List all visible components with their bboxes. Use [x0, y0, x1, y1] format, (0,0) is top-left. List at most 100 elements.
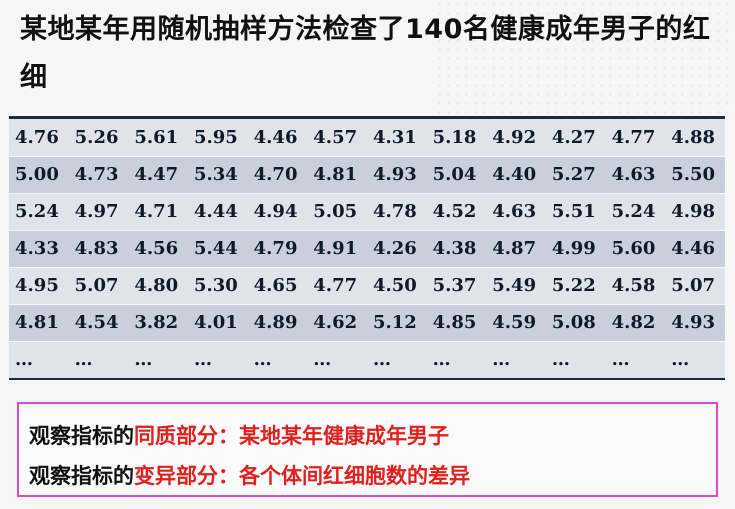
- table-cell: 4.50: [366, 266, 427, 304]
- table-cell: 5.24: [9, 192, 69, 230]
- table-cell: 4.63: [605, 155, 666, 193]
- table-cell: 5.61: [134, 126, 179, 148]
- table-cell: …: [366, 340, 427, 378]
- table-cell: 4.70: [247, 155, 308, 193]
- table-cell: 5.44: [187, 229, 248, 267]
- table-cell: 4.93: [665, 303, 725, 341]
- table-cell: 4.27: [551, 126, 596, 148]
- table-cell: 4.44: [187, 192, 248, 230]
- table-cell: 5.51: [545, 192, 606, 230]
- table-cell: 4.59: [486, 303, 546, 341]
- table-cell: 5.08: [545, 303, 606, 341]
- summary-line-variation: 观察指标的变异部分：各个体间红细胞数的差异: [29, 460, 470, 490]
- table-cell: 4.87: [486, 229, 546, 267]
- table-cell: 4.89: [247, 303, 308, 341]
- table-cell: 5.26: [74, 126, 119, 148]
- table-cell: 4.97: [68, 192, 129, 230]
- table-cell: 4.40: [486, 155, 546, 193]
- table-cell: …: [128, 340, 188, 378]
- table-cell: 4.56: [128, 229, 188, 267]
- table-cell: 4.99: [545, 229, 606, 267]
- table-cell: 4.77: [307, 266, 367, 304]
- table-cell: 4.31: [372, 126, 417, 148]
- table-cell: 4.91: [307, 229, 367, 267]
- table-cell: 4.58: [605, 266, 666, 304]
- table-cell: …: [605, 340, 666, 378]
- table-cell: 4.52: [426, 192, 487, 230]
- table-cell: 4.78: [366, 192, 427, 230]
- table-row: 5.24 4.97 4.71 4.44 4.94 5.05 4.78 4.52 4.63 5.51…: [9, 192, 725, 230]
- table-cell: 5.24: [605, 192, 666, 230]
- table-row: 4.95 5.07 4.80 5.30 4.65 4.77 4.50 5.37 5.49 5.22…: [9, 266, 725, 304]
- red-cell-count-table: 4.76 5.26 5.61 5.95 4.46 4.57 4.31 5.18 4.92 4.27…: [9, 119, 725, 378]
- table-cell: 5.05: [307, 192, 367, 230]
- table-row: 5.00 4.73 4.47 5.34 4.70 4.81 4.93 5.04 4.40 5.27…: [9, 155, 725, 193]
- table-cell: 4.47: [128, 155, 188, 193]
- summary-highlight: 变异部分：: [134, 464, 239, 488]
- summary-line-homogeneous: 观察指标的同质部分：某地某年健康成年男子: [29, 420, 449, 450]
- table-row: ………………………………: [9, 340, 725, 378]
- summary-highlight: 同质部分：: [134, 424, 239, 448]
- summary-label: 观察指标的: [29, 464, 134, 488]
- table-cell: 5.95: [193, 126, 238, 148]
- table-cell: 4.83: [68, 229, 129, 267]
- table-cell: 5.50: [665, 155, 725, 193]
- table-cell: 4.92: [492, 126, 537, 148]
- table-cell: …: [247, 340, 308, 378]
- table-row: 4.81 4.54 3.82 4.01 4.89 4.62 5.12 4.85 4.59 5.08…: [9, 303, 725, 341]
- table-cell: 4.76: [15, 126, 59, 148]
- summary-value: 某地某年健康成年男子: [239, 424, 449, 448]
- table-cell: 5.07: [68, 266, 129, 304]
- table-cell: …: [307, 340, 367, 378]
- table-cell: 5.22: [545, 266, 606, 304]
- table-cell: 4.26: [366, 229, 427, 267]
- summary-value: 各个体间红细胞数的差异: [239, 464, 470, 488]
- table-cell: 4.65: [247, 266, 308, 304]
- data-table-container: 4.76 5.26 5.61 5.95 4.46 4.57 4.31 5.18 4.92 4.27…: [9, 116, 725, 380]
- table-cell: 5.27: [545, 155, 606, 193]
- table-cell: 5.49: [486, 266, 546, 304]
- table-cell: 5.04: [426, 155, 487, 193]
- table-cell: 4.94: [247, 192, 308, 230]
- table-cell: …: [68, 340, 129, 378]
- table-cell: 5.30: [187, 266, 248, 304]
- table-row: 4.33 4.83 4.56 5.44 4.79 4.91 4.26 4.38 4.87 4.99…: [9, 229, 725, 267]
- table-cell: …: [665, 340, 725, 378]
- table-cell: 4.98: [665, 192, 725, 230]
- table-row: 4.76 5.26 5.61 5.95 4.46 4.57 4.31 5.18 4.92 4.27…: [9, 119, 725, 156]
- table-cell: 4.85: [426, 303, 487, 341]
- table-cell: 5.00: [9, 155, 69, 193]
- table-cell: 4.62: [307, 303, 367, 341]
- table-cell: 5.34: [187, 155, 248, 193]
- table-cell: 5.12: [366, 303, 427, 341]
- table-cell: 4.71: [128, 192, 188, 230]
- table-cell: 4.82: [605, 303, 666, 341]
- table-cell: 4.81: [307, 155, 367, 193]
- table-cell: 4.79: [247, 229, 308, 267]
- table-cell: 4.63: [486, 192, 546, 230]
- table-cell: …: [426, 340, 487, 378]
- table-cell: 4.77: [611, 126, 656, 148]
- table-cell: 5.18: [432, 126, 477, 148]
- table-cell: 3.82: [128, 303, 188, 341]
- table-cell: 4.81: [9, 303, 69, 341]
- table-cell: 4.54: [68, 303, 129, 341]
- table-cell: 4.73: [68, 155, 129, 193]
- table-cell: 4.93: [366, 155, 427, 193]
- table-cell: …: [187, 340, 248, 378]
- table-cell: 4.33: [9, 229, 69, 267]
- summary-box: 观察指标的同质部分：某地某年健康成年男子 观察指标的变异部分：各个体间红细胞数的…: [17, 402, 718, 497]
- table-cell: 5.37: [426, 266, 487, 304]
- table-cell: 4.80: [128, 266, 188, 304]
- table-cell: 4.01: [187, 303, 248, 341]
- title-line-1: 某地某年用随机抽样方法检查了140名健康成年男子的红细: [20, 14, 711, 93]
- table-cell: 4.95: [9, 266, 69, 304]
- table-cell: …: [9, 340, 69, 378]
- table-cell: 4.38: [426, 229, 487, 267]
- table-cell: 4.88: [671, 126, 716, 148]
- summary-label: 观察指标的: [29, 424, 134, 448]
- table-cell: 4.46: [665, 229, 725, 267]
- table-cell: …: [486, 340, 546, 378]
- table-cell: …: [545, 340, 606, 378]
- table-cell: 5.60: [605, 229, 666, 267]
